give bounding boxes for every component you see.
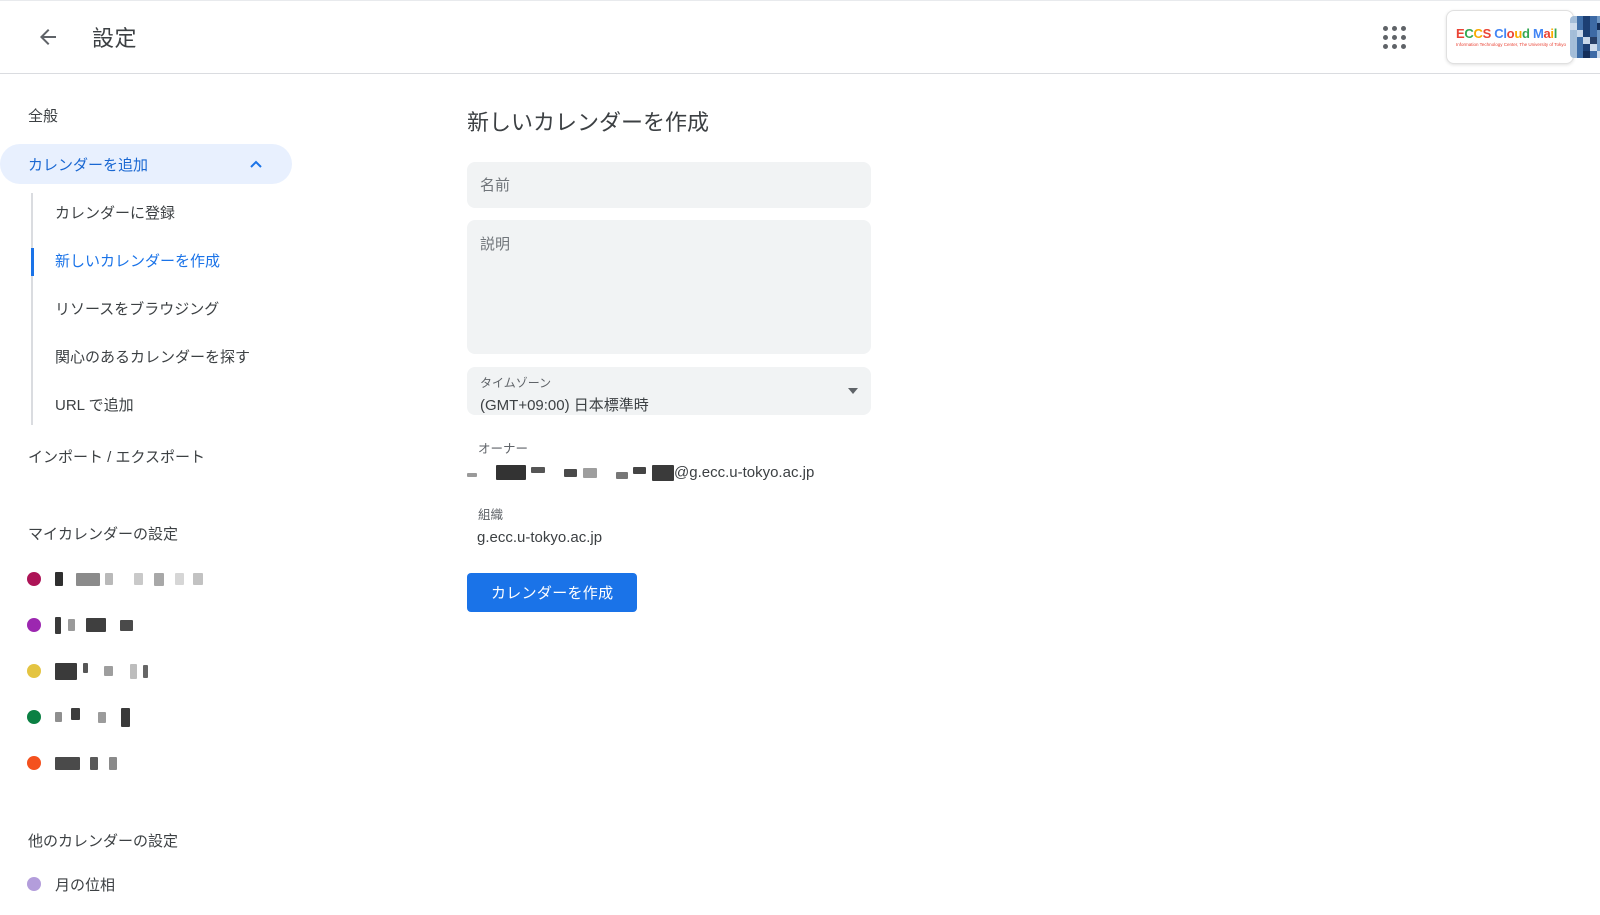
add-calendar-subnav: カレンダーに登録 新しいカレンダーを作成 リソースをブラウジング 関心のあるカレ… xyxy=(31,193,261,425)
redacted-owner-name xyxy=(467,465,674,481)
sidebar-item-browse-resources[interactable]: リソースをブラウジング xyxy=(55,299,260,321)
settings-sidebar: 全般 カレンダーを追加 カレンダーに登録 新しいカレンダーを作成 リソースをブラ… xyxy=(0,74,440,895)
eccs-logo: ECCS Cloud Mail Information Technology C… xyxy=(1456,27,1566,48)
my-calendars-heading: マイカレンダーの設定 xyxy=(0,523,440,544)
timezone-select[interactable]: タイムゾーン (GMT+09:00) 日本標準時 xyxy=(467,367,871,415)
sidebar-item-general[interactable]: 全般 xyxy=(0,108,440,126)
sidebar-item-from-url[interactable]: URL で追加 xyxy=(55,395,260,417)
other-calendar-row[interactable]: 月の位相 xyxy=(0,873,440,895)
header: 設定 ECCS Cloud Mail Information Technolog… xyxy=(0,1,1600,74)
page-title: 設定 xyxy=(92,21,137,53)
owner-value: @g.ecc.u-tokyo.ac.jp xyxy=(467,464,1600,481)
timezone-value: (GMT+09:00) 日本標準時 xyxy=(480,394,857,415)
redacted-calendar-name xyxy=(55,617,133,634)
sidebar-item-browse-calendars-of-interest[interactable]: 関心のあるカレンダーを探す xyxy=(55,347,260,369)
calendar-color-dot xyxy=(27,710,41,724)
my-calendar-row[interactable] xyxy=(0,706,440,728)
owner-domain: @g.ecc.u-tokyo.ac.jp xyxy=(674,464,814,481)
add-calendar-label: カレンダーを追加 xyxy=(28,154,148,175)
organization-label: 組織 xyxy=(467,504,1600,523)
redacted-calendar-name xyxy=(55,572,203,586)
owner-label: オーナー xyxy=(467,438,1600,457)
calendar-color-dot xyxy=(27,664,41,678)
redacted-calendar-name xyxy=(55,708,130,727)
sidebar-item-import-export[interactable]: インポート / エクスポート xyxy=(0,449,440,467)
back-button[interactable] xyxy=(28,17,68,57)
other-calendar-label: 月の位相 xyxy=(55,874,115,895)
my-calendar-row[interactable] xyxy=(0,660,440,682)
redacted-calendar-name xyxy=(55,663,148,680)
my-calendar-row[interactable] xyxy=(0,752,440,774)
calendar-color-dot xyxy=(27,618,41,632)
create-calendar-button[interactable]: カレンダーを作成 xyxy=(467,573,637,612)
my-calendar-row[interactable] xyxy=(0,568,440,590)
my-calendar-row[interactable] xyxy=(0,614,440,636)
eccs-logo-subtitle: Information Technology Center, The Unive… xyxy=(1456,43,1566,48)
calendar-description-input[interactable] xyxy=(467,220,871,354)
calendar-color-dot xyxy=(27,572,41,586)
chevron-up-icon xyxy=(250,160,262,168)
apps-grid-icon[interactable] xyxy=(1374,17,1414,57)
sidebar-item-add-calendar[interactable]: カレンダーを追加 xyxy=(0,144,292,184)
create-calendar-title: 新しいカレンダーを作成 xyxy=(467,105,1600,137)
calendar-color-dot xyxy=(27,756,41,770)
other-calendars-heading: 他のカレンダーの設定 xyxy=(0,830,440,851)
calendar-color-dot xyxy=(27,877,41,891)
eccs-logo-brand: ECCS Cloud Mail xyxy=(1456,27,1566,40)
timezone-label: タイムゾーン xyxy=(480,374,857,391)
back-arrow-icon xyxy=(36,25,60,49)
redacted-calendar-name xyxy=(55,757,117,770)
calendar-name-input[interactable] xyxy=(467,162,871,208)
organization-value: g.ecc.u-tokyo.ac.jp xyxy=(467,529,1600,546)
avatar[interactable] xyxy=(1570,16,1600,58)
account-card[interactable]: ECCS Cloud Mail Information Technology C… xyxy=(1446,10,1574,64)
sidebar-item-create-new-calendar[interactable]: 新しいカレンダーを作成 xyxy=(55,251,260,273)
dropdown-arrow-icon xyxy=(848,388,858,394)
create-calendar-panel: 新しいカレンダーを作成 タイムゾーン (GMT+09:00) 日本標準時 オーナ… xyxy=(440,74,1600,895)
sidebar-item-subscribe-to-calendar[interactable]: カレンダーに登録 xyxy=(55,203,260,225)
